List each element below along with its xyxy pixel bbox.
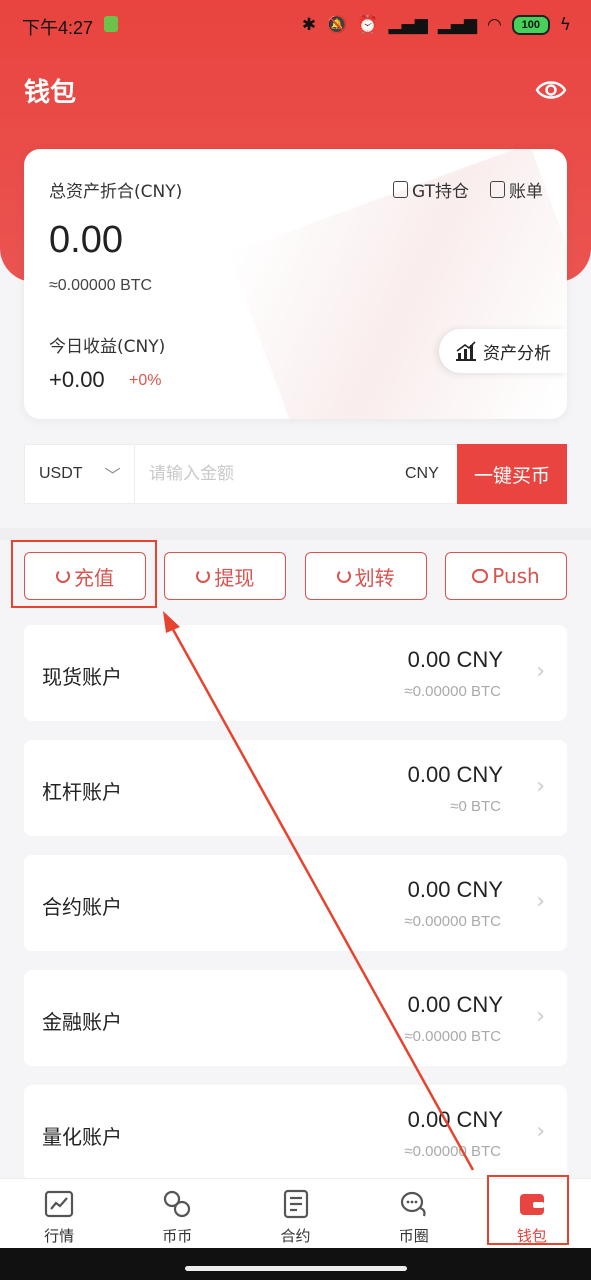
amount-unit: CNY <box>405 465 439 482</box>
chevron-right-icon: › <box>536 774 545 799</box>
withdraw-button[interactable]: 提现 <box>164 552 287 600</box>
status-time: 下午4:27 <box>22 18 94 38</box>
push-chat-icon <box>472 569 489 583</box>
market-chart-icon <box>44 1190 74 1218</box>
gt-holdings-icon <box>393 181 409 198</box>
one-click-buy-button[interactable]: 一键买币 <box>457 444 567 504</box>
eye-icon[interactable] <box>535 74 567 106</box>
account-btc: ≈0 BTC <box>450 798 501 815</box>
gt-holdings-label: GT持仓 <box>412 182 469 202</box>
signal-2-icon: ▂▄▆ <box>437 15 477 35</box>
account-btc: ≈0.00000 BTC <box>404 1143 501 1160</box>
bluetooth-icon: ✱ <box>301 15 317 35</box>
wifi-icon: ◠ <box>486 15 502 35</box>
nav-community[interactable]: 币圈 <box>355 1179 473 1249</box>
today-profit-value: +0.00 <box>49 367 105 392</box>
nav-exchange[interactable]: 币币 <box>118 1179 236 1249</box>
account-name: 量化账户 <box>42 1125 122 1149</box>
nav-exchange-label: 币币 <box>162 1227 193 1245</box>
account-quant[interactable]: 量化账户 0.00 CNY ≈0.00000 BTC › <box>24 1085 567 1181</box>
withdraw-label: 提现 <box>214 565 255 590</box>
contract-icon <box>283 1189 308 1219</box>
account-amount: 0.00 CNY <box>407 762 503 787</box>
gt-holdings-link[interactable]: GT持仓 <box>393 177 469 202</box>
total-assets-btc: ≈0.00000 BTC <box>49 277 153 294</box>
system-nav-bar <box>0 1248 591 1280</box>
account-btc: ≈0.00000 BTC <box>404 913 501 930</box>
asset-analysis-button[interactable]: 资产分析 <box>439 329 567 373</box>
nav-market[interactable]: 行情 <box>0 1179 118 1249</box>
chevron-right-icon: › <box>536 889 545 914</box>
wallet-highlight-box <box>487 1175 569 1245</box>
bill-icon <box>490 181 505 198</box>
nav-contract[interactable]: 合约 <box>236 1179 354 1249</box>
account-btc: ≈0.00000 BTC <box>404 1028 501 1045</box>
account-finance[interactable]: 金融账户 0.00 CNY ≈0.00000 BTC › <box>24 970 567 1066</box>
battery-icon: 100 <box>511 15 550 35</box>
community-chat-icon <box>400 1191 426 1217</box>
account-btc: ≈0.00000 BTC <box>404 683 501 700</box>
wallet-screen: 下午4:27 ✱ 🔕 ⏰ ▂▄▆ ▂▄▆ ◠ 100 ϟ 钱包 总资产折合(CN… <box>0 0 591 1280</box>
today-profit-percent: +0% <box>129 372 162 389</box>
deposit-highlight-box <box>11 540 157 608</box>
signal-icon: ▂▄▆ <box>388 15 428 35</box>
status-bar: 下午4:27 ✱ 🔕 ⏰ ▂▄▆ ▂▄▆ ◠ 100 ϟ <box>0 0 591 52</box>
charging-icon: ϟ <box>559 15 571 35</box>
push-label: Push <box>492 564 540 588</box>
alarm-icon: ⏰ <box>357 15 379 35</box>
chevron-right-icon: › <box>536 659 545 684</box>
chevron-right-icon: › <box>536 1119 545 1144</box>
home-indicator[interactable] <box>185 1266 407 1271</box>
asset-analysis-label: 资产分析 <box>483 343 551 364</box>
account-name: 合约账户 <box>42 895 122 919</box>
exchange-icon <box>164 1190 191 1218</box>
nav-contract-label: 合约 <box>280 1227 311 1245</box>
account-amount: 0.00 CNY <box>407 1107 503 1132</box>
withdraw-icon <box>196 569 211 583</box>
asset-summary-card: 总资产折合(CNY) GT持仓 账单 0.00 ≈0.00000 BTC 今日收… <box>24 149 567 419</box>
account-amount: 0.00 CNY <box>407 877 503 902</box>
account-name: 金融账户 <box>42 1010 122 1034</box>
account-futures[interactable]: 合约账户 0.00 CNY ≈0.00000 BTC › <box>24 855 567 951</box>
account-name: 现货账户 <box>42 665 122 689</box>
page-title: 钱包 <box>24 78 77 108</box>
currency-value: USDT <box>39 465 83 482</box>
push-button[interactable]: Push <box>444 552 567 600</box>
nav-community-label: 币圈 <box>398 1227 429 1245</box>
total-assets-label: 总资产折合(CNY) <box>49 182 183 202</box>
section-divider <box>0 528 591 540</box>
bill-link[interactable]: 账单 <box>490 177 543 202</box>
currency-select[interactable]: USDT ﹀ <box>25 445 135 503</box>
status-icons: ✱ 🔕 ⏰ ▂▄▆ ▂▄▆ ◠ 100 ϟ <box>302 14 571 36</box>
transfer-icon <box>336 569 351 583</box>
account-spot[interactable]: 现货账户 0.00 CNY ≈0.00000 BTC › <box>24 625 567 721</box>
quick-buy-row: USDT ﹀ CNY 一键买币 <box>24 444 567 504</box>
total-assets-value: 0.00 <box>49 219 123 261</box>
account-margin[interactable]: 杠杆账户 0.00 CNY ≈0 BTC › <box>24 740 567 836</box>
chevron-down-icon: ﹀ <box>104 468 121 485</box>
today-profit-label: 今日收益(CNY) <box>49 337 166 357</box>
account-amount: 0.00 CNY <box>407 992 503 1017</box>
transfer-label: 划转 <box>354 565 395 590</box>
account-name: 杠杆账户 <box>42 780 122 804</box>
amount-input[interactable] <box>135 444 405 504</box>
transfer-button[interactable]: 划转 <box>304 552 427 600</box>
chevron-right-icon: › <box>536 1004 545 1029</box>
bill-label: 账单 <box>509 182 543 202</box>
nav-market-label: 行情 <box>44 1227 75 1245</box>
account-amount: 0.00 CNY <box>407 647 503 672</box>
notification-app-icon <box>104 16 118 32</box>
mute-icon: 🔕 <box>326 15 348 35</box>
bar-chart-icon <box>456 341 476 361</box>
